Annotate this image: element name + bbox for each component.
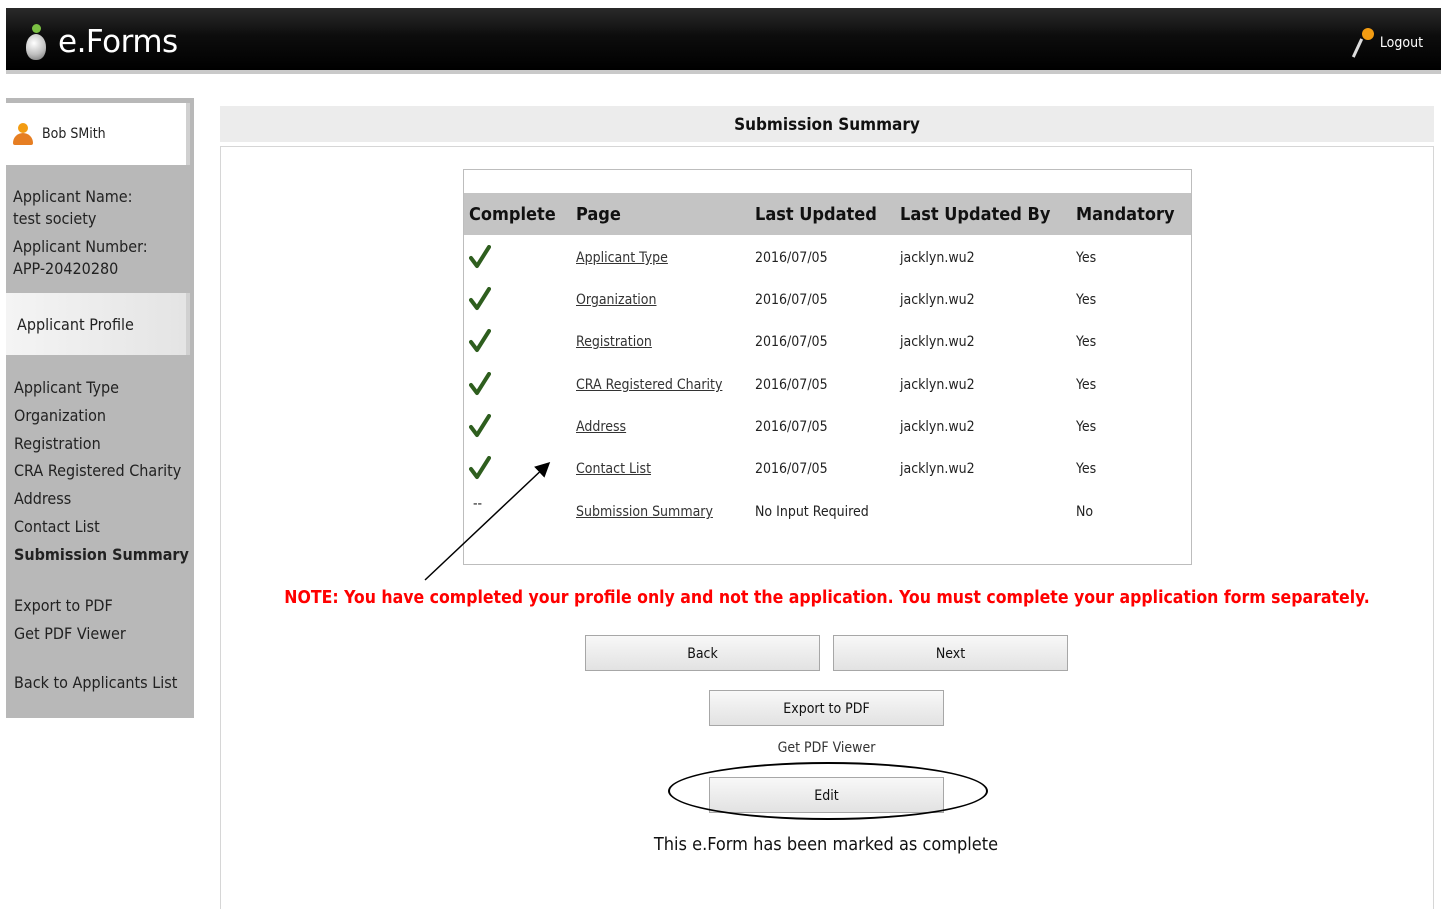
table-row: Applicant Type 2016/07/05 jacklyn.wu2 Yes (464, 236, 1191, 278)
page-link[interactable]: Organization (576, 278, 657, 322)
mandatory-cell: Yes (1076, 250, 1097, 266)
sidebar-item-contact-list[interactable]: Contact List (14, 513, 189, 541)
mandatory-cell: Yes (1076, 377, 1097, 393)
table-row: Registration 2016/07/05 jacklyn.wu2 Yes (464, 320, 1191, 362)
next-button[interactable]: Next (833, 635, 1068, 671)
completion-message: This e.Form has been marked as complete (653, 834, 999, 855)
updated-by-cell: jacklyn.wu2 (900, 377, 975, 393)
updated-by-cell: jacklyn.wu2 (900, 250, 975, 266)
sidebar-item-submission-summary[interactable]: Submission Summary (14, 541, 189, 569)
mandatory-cell: Yes (1076, 419, 1097, 435)
sidebar: Bob SMith Applicant Name: test society A… (6, 98, 194, 718)
sidebar-pdf-links: Export to PDF Get PDF Viewer (14, 592, 126, 648)
submission-table: Complete Page Last Updated Last Updated … (463, 169, 1192, 565)
eforms-logo-icon (24, 22, 48, 62)
updated-by-cell: jacklyn.wu2 (900, 419, 975, 435)
user-icon (12, 123, 34, 145)
updated-by-cell: jacklyn.wu2 (900, 292, 975, 308)
updated-by-cell: jacklyn.wu2 (900, 461, 975, 477)
table-row: Organization 2016/07/05 jacklyn.wu2 Yes (464, 278, 1191, 320)
column-header-page: Page (576, 204, 621, 225)
table-row: -- Submission Summary No Input Required No (464, 490, 1191, 532)
sidebar-nav: Applicant Type Organization Registration… (14, 374, 189, 569)
export-to-pdf-button[interactable]: Export to PDF (709, 690, 944, 726)
sidebar-item-applicant-type[interactable]: Applicant Type (14, 374, 189, 402)
last-updated-cell: 2016/07/05 (755, 250, 828, 266)
sidebar-export-pdf-link[interactable]: Export to PDF (14, 592, 126, 620)
checkmark-icon (469, 287, 491, 311)
sidebar-item-registration[interactable]: Registration (14, 430, 189, 458)
last-updated-cell: 2016/07/05 (755, 292, 828, 308)
back-button[interactable]: Back (585, 635, 820, 671)
table-row: Address 2016/07/05 jacklyn.wu2 Yes (464, 405, 1191, 447)
column-header-last-updated: Last Updated (755, 204, 877, 225)
checkmark-icon (469, 245, 491, 269)
mandatory-cell: No (1076, 504, 1094, 520)
applicant-name-value: test society (13, 209, 97, 228)
mandatory-cell: Yes (1076, 334, 1097, 350)
applicant-number-label: Applicant Number: (13, 237, 148, 256)
user-name: Bob SMith (42, 126, 106, 142)
user-box: Bob SMith (6, 103, 190, 165)
app-name: e.Forms (58, 24, 178, 60)
last-updated-cell: No Input Required (755, 504, 869, 520)
last-updated-cell: 2016/07/05 (755, 377, 828, 393)
last-updated-cell: 2016/07/05 (755, 419, 828, 435)
logout-label: Logout (1379, 35, 1423, 51)
page-link[interactable]: Contact List (576, 447, 651, 491)
column-header-last-updated-by: Last Updated By (900, 204, 1051, 225)
sidebar-item-organization[interactable]: Organization (14, 402, 189, 430)
sidebar-item-address[interactable]: Address (14, 485, 189, 513)
checkmark-icon (469, 456, 491, 480)
page-title: Submission Summary (220, 106, 1434, 142)
page-link[interactable]: Submission Summary (576, 490, 713, 534)
column-header-complete: Complete (469, 204, 556, 225)
edit-highlight-ellipse (668, 762, 988, 820)
top-header: e.Forms Logout (6, 8, 1441, 74)
sidebar-get-pdf-viewer-link[interactable]: Get PDF Viewer (14, 620, 126, 648)
checkmark-icon (469, 372, 491, 396)
get-pdf-viewer-link[interactable]: Get PDF Viewer (709, 740, 944, 756)
sidebar-item-cra-registered-charity[interactable]: CRA Registered Charity (14, 457, 189, 485)
incomplete-marker: -- (473, 496, 483, 512)
applicant-profile-heading[interactable]: Applicant Profile (6, 293, 190, 355)
checkmark-icon (469, 414, 491, 438)
mandatory-cell: Yes (1076, 461, 1097, 477)
table-row: CRA Registered Charity 2016/07/05 jacklyn.… (464, 363, 1191, 405)
key-icon (1351, 26, 1376, 60)
page-link[interactable]: Registration (576, 320, 652, 364)
logout-link[interactable]: Logout (1351, 26, 1423, 60)
table-row: Contact List 2016/07/05 jacklyn.wu2 Yes (464, 447, 1191, 489)
table-header: Complete Page Last Updated Last Updated … (464, 193, 1191, 235)
applicant-info: Applicant Name: test society Applicant N… (13, 186, 148, 280)
app-logo[interactable]: e.Forms (24, 20, 178, 64)
back-to-applicants-list-link[interactable]: Back to Applicants List (14, 673, 177, 692)
applicant-name-label: Applicant Name: (13, 187, 133, 206)
last-updated-cell: 2016/07/05 (755, 461, 828, 477)
profile-note: NOTE: You have completed your profile on… (284, 588, 1370, 608)
applicant-number-value: APP-20420280 (13, 259, 119, 278)
last-updated-cell: 2016/07/05 (755, 334, 828, 350)
page-link[interactable]: Applicant Type (576, 236, 668, 280)
mandatory-cell: Yes (1076, 292, 1097, 308)
checkmark-icon (469, 329, 491, 353)
page-link[interactable]: Address (576, 405, 626, 449)
updated-by-cell: jacklyn.wu2 (900, 334, 975, 350)
page-link[interactable]: CRA Registered Charity (576, 363, 722, 407)
column-header-mandatory: Mandatory (1076, 204, 1175, 225)
